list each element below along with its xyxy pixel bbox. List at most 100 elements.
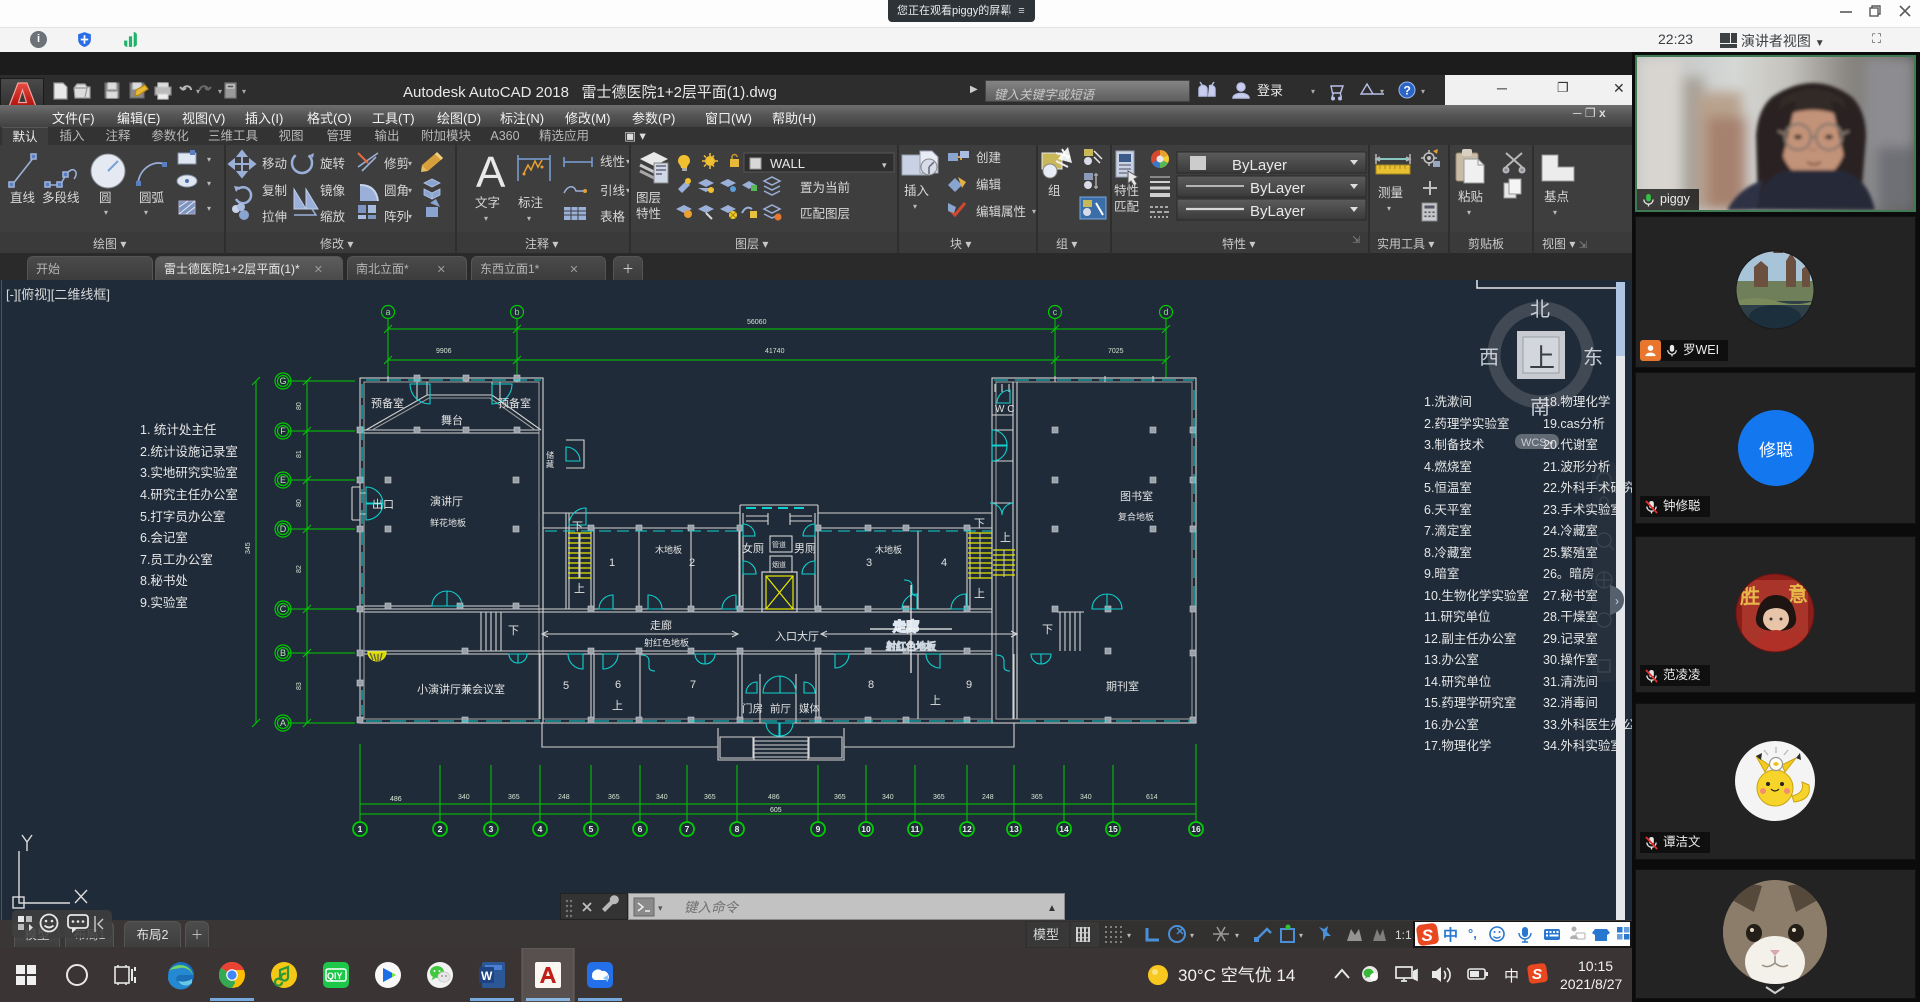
svg-text:▾: ▾ [1553,208,1557,217]
svg-text:1:1: 1:1 [1395,928,1412,942]
svg-text:81: 81 [296,450,303,458]
svg-text:25.繁殖室: 25.繁殖室 [1543,545,1598,560]
svg-text:340: 340 [1080,794,1092,801]
svg-text:▾: ▾ [207,155,211,164]
svg-text:旋转: 旋转 [320,156,345,171]
svg-text:走廊: 走廊 [893,619,919,634]
svg-text:特性: 特性 [1114,183,1139,198]
svg-text:°,: °, [1468,926,1477,941]
svg-text:线性: 线性 [600,155,625,169]
svg-text:▾: ▾ [913,202,917,211]
svg-text:16: 16 [1191,824,1201,834]
svg-text:▾: ▾ [408,186,412,195]
svg-text:模型: 模型 [1033,927,1059,942]
svg-text:登录: 登录 [1257,83,1283,98]
svg-text:2.药理学实验室: 2.药理学实验室 [1424,416,1509,431]
svg-text:7.员工办公室: 7.员工办公室 [140,552,213,567]
svg-text:34.外科实验室: 34.外科实验室 [1543,738,1623,753]
svg-text:14.研究单位: 14.研究单位 [1424,674,1491,689]
svg-text:b: b [514,307,519,317]
svg-text:▾: ▾ [658,903,663,913]
svg-text:614: 614 [1146,794,1158,801]
svg-text:23.手术实验室: 23.手术实验室 [1543,502,1623,517]
svg-text:▾: ▾ [1299,931,1303,940]
svg-text:248: 248 [558,794,570,801]
svg-text:345: 345 [245,542,252,554]
svg-text:8.冷藏室: 8.冷藏室 [1424,545,1472,560]
svg-text:F: F [280,426,286,436]
svg-text:A: A [476,148,506,197]
svg-text:486: 486 [768,794,780,801]
svg-text:匹配: 匹配 [1114,200,1140,214]
svg-text:[-][俯视][二维线框]: [-][俯视][二维线框] [6,287,110,302]
svg-text:340: 340 [656,794,668,801]
svg-text:圆: 圆 [99,191,112,205]
svg-text:编辑属性: 编辑属性 [976,204,1026,219]
svg-text:S: S [1532,966,1542,983]
svg-text:41740: 41740 [765,348,785,355]
svg-text:3: 3 [489,824,494,834]
svg-text:西: 西 [1479,347,1499,369]
svg-text:基点: 基点 [1544,190,1569,204]
svg-text:粘贴: 粘贴 [1458,189,1483,204]
svg-text:8: 8 [735,824,740,834]
svg-text:4.研究主任办公室: 4.研究主任办公室 [140,487,238,502]
svg-text:D: D [280,524,287,534]
svg-text:5: 5 [563,680,569,692]
svg-text:▾: ▾ [207,179,211,188]
svg-text:9.暗室: 9.暗室 [1424,566,1459,581]
svg-text:鲜花地板: 鲜花地板 [430,517,466,528]
svg-text:365: 365 [933,794,945,801]
svg-text:创建: 创建 [976,151,1002,165]
svg-text:组: 组 [1048,184,1061,198]
svg-text:5.恒温室: 5.恒温室 [1424,480,1472,495]
svg-text:ByLayer: ByLayer [1250,203,1305,220]
svg-text:7: 7 [690,679,696,691]
svg-text:16.办公室: 16.办公室 [1424,717,1479,732]
svg-text:门房: 门房 [742,702,763,715]
svg-text:9: 9 [966,679,972,691]
svg-text:31.清洗间: 31.清洗间 [1543,675,1598,689]
svg-text:33.外科医生办公: 33.外科医生办公 [1543,717,1632,732]
svg-text:1: 1 [609,557,615,569]
svg-text:W C: W C [995,404,1014,415]
svg-text:修剪: 修剪 [384,156,409,171]
svg-text:▾: ▾ [196,87,200,96]
svg-text:9: 9 [816,824,821,834]
svg-text:28.干燥室: 28.干燥室 [1543,609,1598,624]
svg-text:6: 6 [615,679,621,691]
svg-text:4.燃烧室: 4.燃烧室 [1424,459,1472,474]
svg-text:82: 82 [296,565,303,573]
svg-text:前厅: 前厅 [770,702,791,715]
svg-text:7.滴定室: 7.滴定室 [1424,523,1472,538]
svg-text:中: 中 [1504,968,1519,985]
svg-text:射红色地板: 射红色地板 [644,637,689,648]
svg-text:▾: ▾ [882,160,887,170]
svg-text:东: 东 [1583,346,1603,369]
svg-text:镜像: 镜像 [320,183,346,198]
svg-text:文字: 文字 [475,195,500,210]
svg-text:匹配图层: 匹配图层 [800,207,850,221]
svg-text:80: 80 [296,402,303,410]
svg-text:复制: 复制 [262,184,287,198]
svg-text:340: 340 [458,794,470,801]
svg-text:特性: 特性 [636,206,661,221]
svg-text:3.制备技术: 3.制备技术 [1424,438,1485,452]
svg-text:2: 2 [689,557,695,569]
svg-text:1.洗漱间: 1.洗漱间 [1424,395,1472,409]
svg-text:▾: ▾ [408,159,412,168]
svg-text:媒体: 媒体 [799,702,820,715]
svg-text:5: 5 [589,824,594,834]
svg-text:a: a [385,307,390,317]
svg-text:中: 中 [1443,926,1458,944]
svg-text:365: 365 [508,794,520,801]
svg-text:›: › [1615,594,1619,608]
svg-text:阵列: 阵列 [384,210,409,224]
svg-text:上: 上 [574,582,585,595]
svg-text:18.物理化学: 18.物理化学 [1543,394,1610,409]
svg-text:B: B [280,648,286,658]
svg-text:30°C 空气优 14: 30°C 空气优 14 [1178,966,1295,985]
svg-text:下: 下 [974,518,985,530]
svg-text:▾: ▾ [1311,87,1315,96]
svg-text:上: 上 [1000,531,1011,544]
